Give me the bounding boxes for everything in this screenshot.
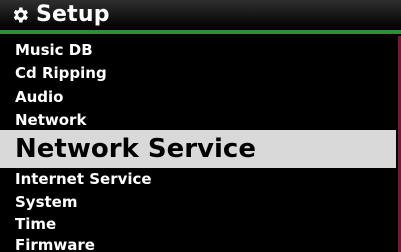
menu-item-audio[interactable]: Audio <box>0 86 396 109</box>
menu-item-time[interactable]: Time <box>0 213 396 236</box>
menu-item-system[interactable]: System <box>0 191 396 214</box>
menu-item-network-service[interactable]: Network Service <box>0 130 396 168</box>
menu-item-music-db[interactable]: Music DB <box>0 39 396 62</box>
menu-item-network[interactable]: Network <box>0 109 396 132</box>
menu-item-cd-ripping[interactable]: Cd Ripping <box>0 62 396 85</box>
setup-menu: Music DB Cd Ripping Audio Network Networ… <box>0 36 398 252</box>
menu-item-internet-service[interactable]: Internet Service <box>0 168 396 191</box>
header-bar: Setup <box>0 0 401 34</box>
gear-icon <box>13 7 28 23</box>
menu-item-firmware[interactable]: Firmware <box>0 234 396 252</box>
setup-screen: Setup Music DB Cd Ripping Audio Network … <box>0 0 401 252</box>
page-title: Setup <box>36 2 110 27</box>
